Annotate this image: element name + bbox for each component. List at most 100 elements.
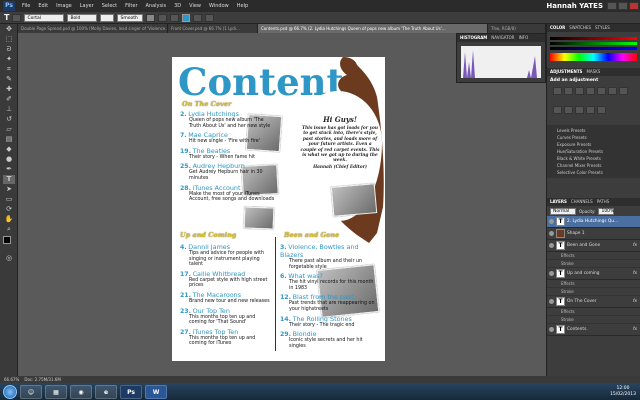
foreground-color-swatch[interactable] xyxy=(3,236,11,244)
list-item[interactable]: 17. Callie Whitbread Red carpet style wit… xyxy=(180,270,272,289)
list-item[interactable]: 7. Mae Caprice Hit new single - 'Fire wit… xyxy=(180,131,276,145)
hue-icon[interactable] xyxy=(608,87,617,95)
shape-tool-icon[interactable]: ▭ xyxy=(3,195,15,204)
effects-sublayer[interactable]: Effects xyxy=(547,308,640,316)
preset-item[interactable]: Channel Mixer Presets xyxy=(547,162,640,169)
taskbar-firefox-icon[interactable]: ◉ xyxy=(70,384,92,399)
blue-slider[interactable] xyxy=(550,47,637,50)
menu-filter[interactable]: Filter xyxy=(121,3,141,9)
posterize-icon[interactable] xyxy=(597,106,606,114)
eye-icon[interactable] xyxy=(549,271,554,276)
list-item[interactable]: 27. iTunes Top Ten This months top ten up… xyxy=(180,328,272,347)
preset-item[interactable]: Selective Color Presets xyxy=(547,169,640,176)
brightness-icon[interactable] xyxy=(553,87,562,95)
menu-view[interactable]: View xyxy=(185,3,205,9)
effects-sublayer[interactable]: Effects xyxy=(547,280,640,288)
eye-icon[interactable] xyxy=(549,243,554,248)
eye-icon[interactable] xyxy=(549,231,554,236)
type-tool-icon[interactable]: T xyxy=(4,13,9,22)
list-item[interactable]: 19. The Beatles Their story - When fame h… xyxy=(180,147,276,161)
eyedropper-tool-icon[interactable]: ✎ xyxy=(3,75,15,84)
tab-styles[interactable]: STYLES xyxy=(595,24,610,32)
start-button-icon[interactable] xyxy=(3,384,17,399)
layer-row[interactable]: T Been and Gone fx xyxy=(547,240,640,252)
taskbar-word-icon[interactable]: W xyxy=(145,384,167,399)
layer-row[interactable]: T Up and coming fx xyxy=(547,268,640,280)
lasso-tool-icon[interactable]: ᘐ xyxy=(3,45,15,54)
font-family-select[interactable]: Cortal xyxy=(24,13,65,22)
tab-front-cover[interactable]: Front Cover.psd @ 66.7% (1 Lydi... xyxy=(168,24,258,33)
taskbar-user-icon[interactable]: ☺ xyxy=(20,384,42,399)
stroke-sublayer[interactable]: Stroke xyxy=(547,316,640,324)
layer-row[interactable]: T On The Cover fx xyxy=(547,296,640,308)
dodge-tool-icon[interactable]: ● xyxy=(3,155,15,164)
minimize-button[interactable] xyxy=(607,2,617,10)
invert-icon[interactable] xyxy=(586,106,595,114)
healing-tool-icon[interactable]: ✚ xyxy=(3,85,15,94)
tab-layers[interactable]: LAYERS xyxy=(550,198,567,206)
tab-contents[interactable]: Contents.psd @ 66.7% (2. Lydia Hutchings… xyxy=(258,24,488,33)
menu-file[interactable]: File xyxy=(18,3,34,9)
marquee-tool-icon[interactable]: ⬚ xyxy=(3,35,15,44)
color-spectrum[interactable] xyxy=(550,53,637,61)
antialias-select[interactable]: Smooth xyxy=(117,13,144,22)
preset-item[interactable]: Levels Presets xyxy=(547,127,640,134)
menu-image[interactable]: Image xyxy=(52,3,76,9)
color-swatches[interactable] xyxy=(3,236,15,252)
font-size-select[interactable] xyxy=(100,13,115,22)
layer-row[interactable]: T Contents. fx xyxy=(547,324,640,336)
tab-channels[interactable]: CHANNELS xyxy=(571,198,593,206)
clone-stamp-tool-icon[interactable]: ⊥ xyxy=(3,105,15,114)
list-item[interactable]: 4. Dannii James Tips and advice for peopl… xyxy=(180,243,272,268)
list-item[interactable]: 25. Audrey Hepburn Get Audrey Hepburn hai… xyxy=(180,162,276,181)
effects-sublayer[interactable]: Effects xyxy=(547,252,640,260)
path-selection-tool-icon[interactable]: ➤ xyxy=(3,185,15,194)
tab-double-page-spread[interactable]: Double Page Spread.psd @ 100% (Molly Dav… xyxy=(18,24,168,33)
blur-tool-icon[interactable]: ◆ xyxy=(3,145,15,154)
taskbar-ie-icon[interactable]: e xyxy=(95,384,117,399)
warp-text-button[interactable] xyxy=(193,13,203,22)
list-item[interactable]: 6. What was? The hit vinyl records for th… xyxy=(280,272,378,291)
type-tool-button-icon[interactable]: T xyxy=(3,175,15,184)
fx-badge[interactable]: fx xyxy=(633,243,637,248)
stroke-sublayer[interactable]: Stroke xyxy=(547,288,640,296)
taskbar-folder-icon[interactable]: ▦ xyxy=(45,384,67,399)
align-right-button[interactable] xyxy=(170,13,180,22)
preset-item[interactable]: Curves Presets xyxy=(547,134,640,141)
orientation-toggle[interactable] xyxy=(12,13,22,22)
menu-edit[interactable]: Edit xyxy=(34,3,52,9)
blend-mode-select[interactable]: Normal xyxy=(550,207,576,215)
zoom-level[interactable]: 66.67% xyxy=(4,377,19,382)
channel-mixer-icon[interactable] xyxy=(575,106,584,114)
align-center-button[interactable] xyxy=(158,13,168,22)
curves-icon[interactable] xyxy=(575,87,584,95)
preset-item[interactable]: Hue/Saturation Presets xyxy=(547,148,640,155)
magic-wand-tool-icon[interactable]: ✦ xyxy=(3,55,15,64)
contents-page[interactable]: Contents. Hi Guys! This issue has got lo… xyxy=(172,57,385,361)
menu-3d[interactable]: 3D xyxy=(170,3,185,9)
menu-layer[interactable]: Layer xyxy=(76,3,98,9)
menu-analysis[interactable]: Analysis xyxy=(142,3,171,9)
list-item[interactable]: 12. Blast from the past Past trends that … xyxy=(280,293,378,312)
tab-navigator[interactable]: NAVIGATOR xyxy=(491,34,514,42)
list-item[interactable]: 2. Lydia Hutchings Queen of pops new albu… xyxy=(180,110,276,129)
tab-masks[interactable]: MASKS xyxy=(586,68,600,76)
color-balance-icon[interactable] xyxy=(619,87,628,95)
quick-mask-icon[interactable]: ◎ xyxy=(3,254,15,263)
stroke-sublayer[interactable]: Stroke xyxy=(547,260,640,268)
list-item[interactable]: 3. Violence, Bowties and Blazers There pa… xyxy=(280,243,378,270)
history-brush-tool-icon[interactable]: ↺ xyxy=(3,115,15,124)
bw-icon[interactable] xyxy=(553,106,562,114)
crop-tool-icon[interactable]: ⌗ xyxy=(3,65,15,74)
tab-histogram[interactable]: HISTOGRAM xyxy=(460,34,487,42)
pen-tool-icon[interactable]: ✒ xyxy=(3,165,15,174)
gradient-tool-icon[interactable]: ▤ xyxy=(3,135,15,144)
eraser-tool-icon[interactable]: ▱ xyxy=(3,125,15,134)
vibrance-icon[interactable] xyxy=(597,87,606,95)
tab-adjustments[interactable]: ADJUSTMENTS xyxy=(550,68,582,76)
menu-help[interactable]: Help xyxy=(233,3,252,9)
align-left-button[interactable] xyxy=(146,13,156,22)
menu-window[interactable]: Window xyxy=(205,3,233,9)
red-slider[interactable] xyxy=(550,37,637,40)
list-item[interactable]: 21. The Macaroons Brand new tour and new … xyxy=(180,291,272,305)
